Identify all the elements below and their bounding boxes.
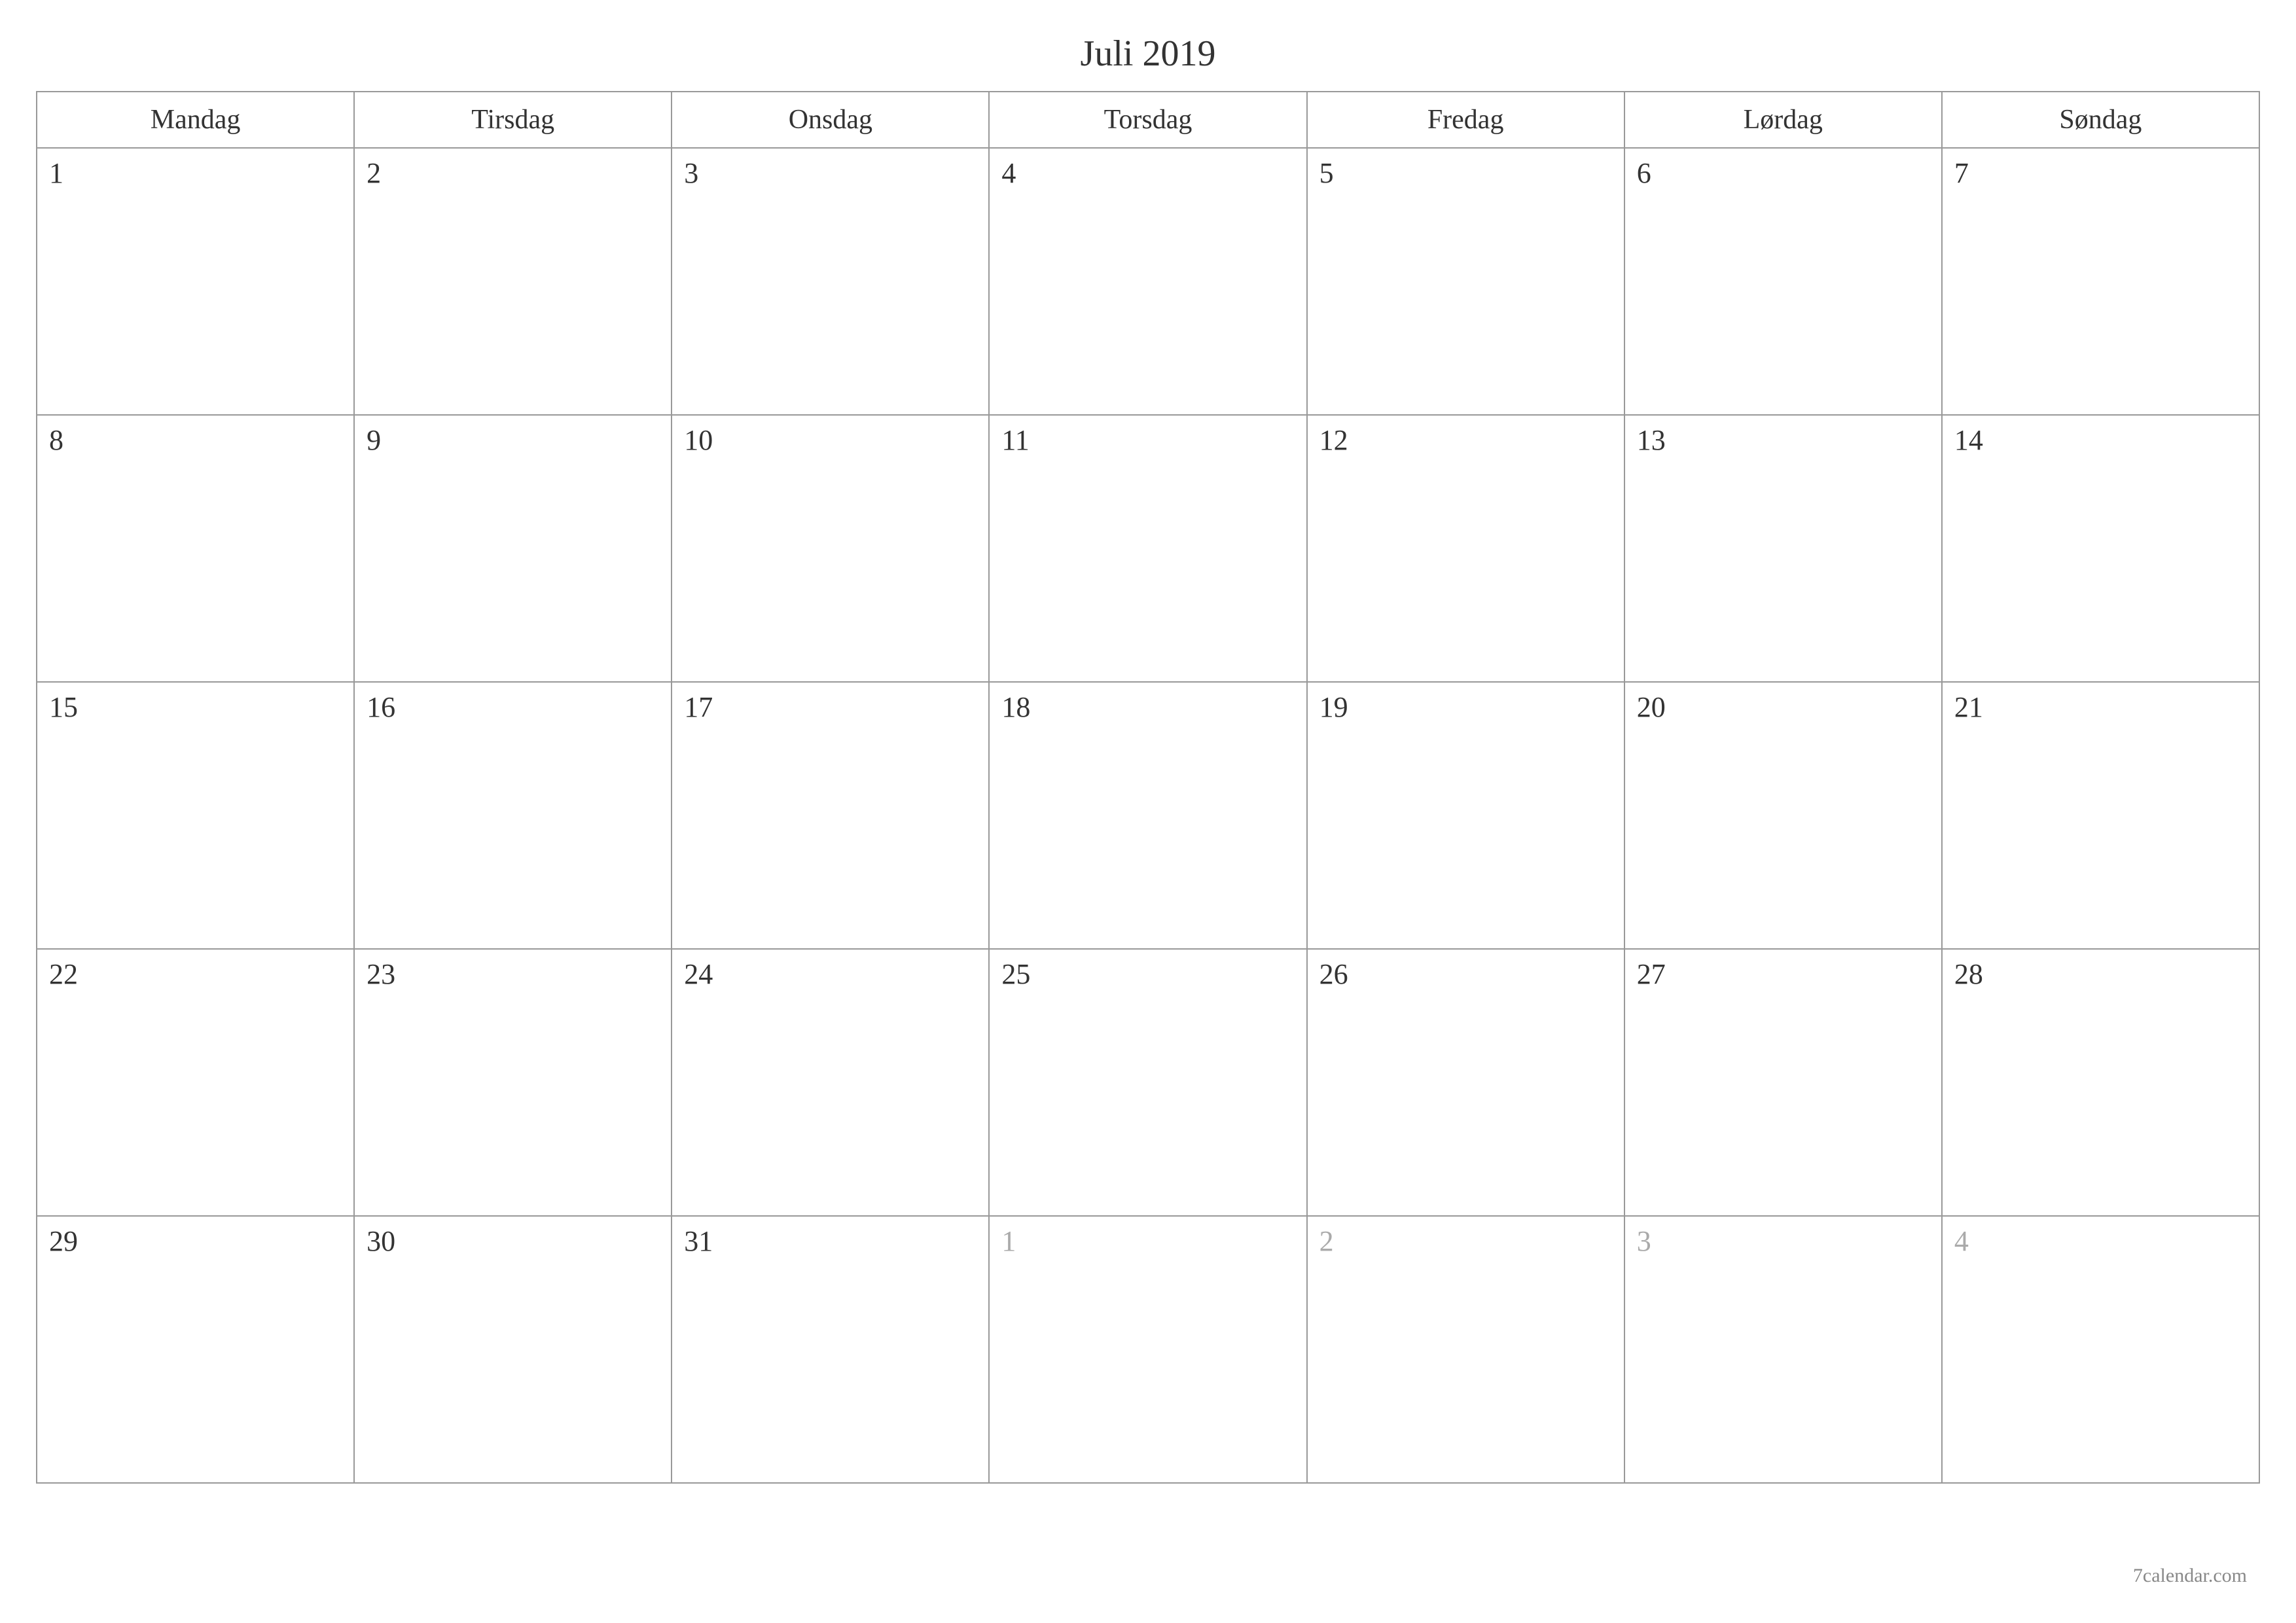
day-cell: 12	[1307, 415, 1624, 682]
week-row: 1 2 3 4 5 6 7	[37, 148, 2259, 415]
day-cell: 14	[1942, 415, 2259, 682]
weekday-header: Lørdag	[1624, 92, 1942, 148]
weekday-header: Tirsdag	[354, 92, 672, 148]
day-cell: 17	[672, 682, 989, 949]
day-cell-other-month: 4	[1942, 1216, 2259, 1483]
day-cell: 15	[37, 682, 354, 949]
week-row: 15 16 17 18 19 20 21	[37, 682, 2259, 949]
calendar-body: 1 2 3 4 5 6 7 8 9 10 11 12 13 14 15 16 1…	[37, 148, 2259, 1483]
day-cell: 9	[354, 415, 672, 682]
day-cell: 6	[1624, 148, 1942, 415]
weekday-header: Mandag	[37, 92, 354, 148]
day-cell: 7	[1942, 148, 2259, 415]
day-cell: 25	[989, 949, 1306, 1216]
weekday-header: Onsdag	[672, 92, 989, 148]
day-cell-other-month: 3	[1624, 1216, 1942, 1483]
day-cell: 24	[672, 949, 989, 1216]
day-cell: 18	[989, 682, 1306, 949]
day-cell: 20	[1624, 682, 1942, 949]
day-cell: 29	[37, 1216, 354, 1483]
day-cell: 8	[37, 415, 354, 682]
day-cell: 23	[354, 949, 672, 1216]
day-cell: 11	[989, 415, 1306, 682]
day-cell: 30	[354, 1216, 672, 1483]
day-cell: 27	[1624, 949, 1942, 1216]
day-cell: 1	[37, 148, 354, 415]
day-cell: 2	[354, 148, 672, 415]
day-cell: 19	[1307, 682, 1624, 949]
week-row: 29 30 31 1 2 3 4	[37, 1216, 2259, 1483]
week-row: 8 9 10 11 12 13 14	[37, 415, 2259, 682]
day-cell: 10	[672, 415, 989, 682]
day-cell: 3	[672, 148, 989, 415]
day-cell: 26	[1307, 949, 1624, 1216]
day-cell: 16	[354, 682, 672, 949]
weekday-header: Fredag	[1307, 92, 1624, 148]
footer-attribution: 7calendar.com	[2133, 1565, 2247, 1587]
day-cell: 4	[989, 148, 1306, 415]
calendar-grid: Mandag Tirsdag Onsdag Torsdag Fredag Lør…	[36, 91, 2260, 1484]
day-cell: 22	[37, 949, 354, 1216]
day-cell: 31	[672, 1216, 989, 1483]
day-cell: 13	[1624, 415, 1942, 682]
day-cell: 28	[1942, 949, 2259, 1216]
weekday-header: Torsdag	[989, 92, 1306, 148]
week-row: 22 23 24 25 26 27 28	[37, 949, 2259, 1216]
weekday-header: Søndag	[1942, 92, 2259, 148]
calendar-title: Juli 2019	[36, 26, 2260, 91]
weekday-header-row: Mandag Tirsdag Onsdag Torsdag Fredag Lør…	[37, 92, 2259, 148]
day-cell: 5	[1307, 148, 1624, 415]
day-cell: 21	[1942, 682, 2259, 949]
day-cell-other-month: 1	[989, 1216, 1306, 1483]
day-cell-other-month: 2	[1307, 1216, 1624, 1483]
